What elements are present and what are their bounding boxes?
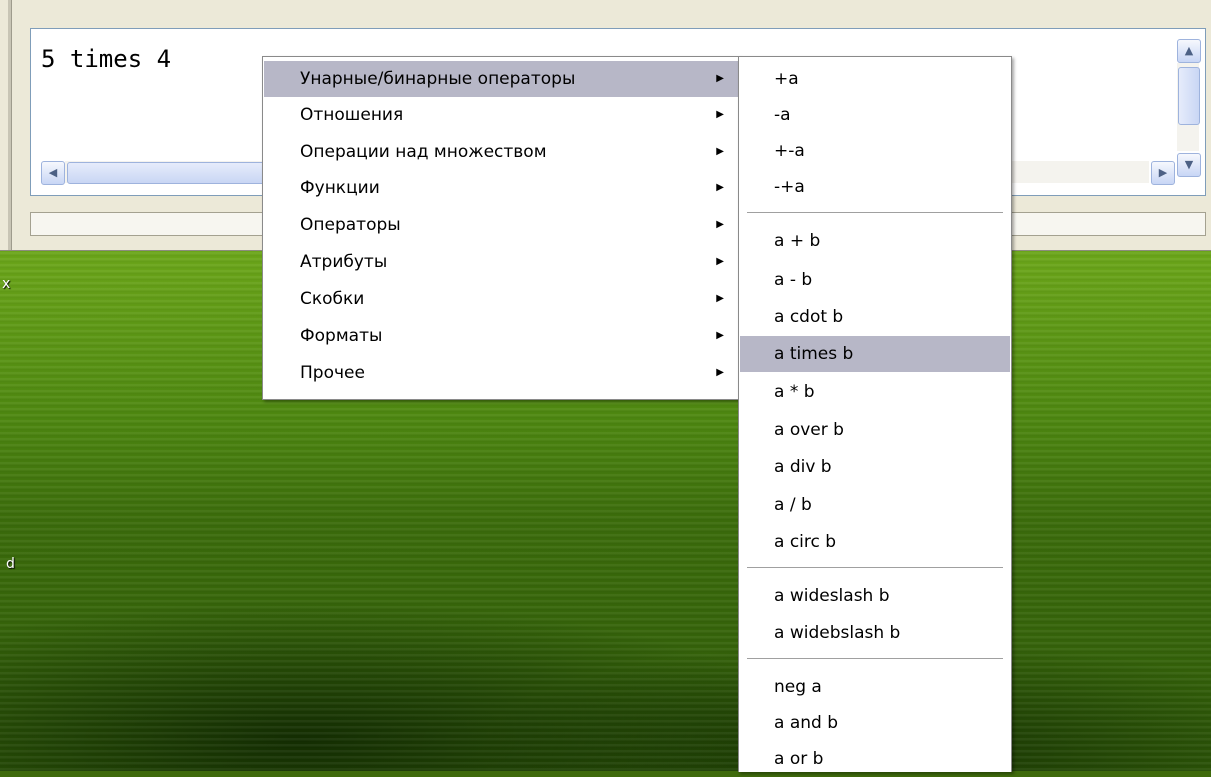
- submenu-item-minus-a[interactable]: -a: [740, 97, 1010, 133]
- menu-item-label: Функции: [300, 178, 380, 198]
- submenu-item-label: a - b: [774, 270, 813, 290]
- menu-item-other[interactable]: Прочее ▶: [264, 355, 738, 391]
- menu-item-brackets[interactable]: Скобки ▶: [264, 281, 738, 317]
- menu-item-label: Операторы: [300, 215, 401, 235]
- submenu-item-a-div-b[interactable]: a div b: [740, 449, 1010, 485]
- submenu-item-label: a cdot b: [774, 307, 844, 327]
- submenu-item-a-wideslash-b[interactable]: a wideslash b: [740, 578, 1010, 614]
- submenu-item-a-minus-b[interactable]: a - b: [740, 262, 1010, 298]
- menu-item-label: Отношения: [300, 105, 404, 125]
- submenu-item-label: a circ b: [774, 532, 837, 552]
- window-frame-edge: [8, 0, 12, 250]
- scroll-up-arrow-icon[interactable]: ▲: [1177, 39, 1201, 63]
- submenu-arrow-icon: ▶: [716, 73, 724, 84]
- submenu-item-a-star-b[interactable]: a * b: [740, 374, 1010, 410]
- menu-item-formats[interactable]: Форматы ▶: [264, 318, 738, 354]
- menu-item-set-operations[interactable]: Операции над множеством ▶: [264, 134, 738, 170]
- submenu-item-minusplus-a[interactable]: -+a: [740, 169, 1010, 205]
- scroll-down-arrow-icon[interactable]: ▼: [1177, 153, 1201, 177]
- menu-item-relations[interactable]: Отношения ▶: [264, 97, 738, 133]
- menu-item-label: Форматы: [300, 326, 383, 346]
- operators-submenu: +a -a +-a -+a a + b a - b a cdot b a tim…: [738, 56, 1012, 772]
- submenu-item-label: a + b: [774, 231, 821, 251]
- submenu-item-a-widebslash-b[interactable]: a widebslash b: [740, 615, 1010, 651]
- submenu-item-label: a times b: [774, 344, 854, 364]
- submenu-item-label: a div b: [774, 457, 832, 477]
- menu-item-label: Операции над множеством: [300, 142, 547, 162]
- submenu-item-label: a or b: [774, 749, 824, 769]
- submenu-arrow-icon: ▶: [716, 367, 724, 378]
- submenu-arrow-icon: ▶: [716, 182, 724, 193]
- submenu-item-a-over-b[interactable]: a over b: [740, 412, 1010, 448]
- submenu-arrow-icon: ▶: [716, 219, 724, 230]
- submenu-item-label: +-a: [774, 141, 805, 161]
- submenu-item-a-circ-b[interactable]: a circ b: [740, 524, 1010, 560]
- vertical-scroll-track[interactable]: [1177, 63, 1200, 151]
- menu-item-label: Атрибуты: [300, 252, 388, 272]
- submenu-arrow-icon: ▶: [716, 146, 724, 157]
- submenu-item-neg-a[interactable]: neg a: [740, 669, 1010, 705]
- submenu-arrow-icon: ▶: [716, 109, 724, 120]
- submenu-item-label: -a: [774, 105, 791, 125]
- formula-text: 5 times 4: [41, 45, 172, 73]
- submenu-arrow-icon: ▶: [716, 256, 724, 267]
- menu-separator: [747, 658, 1003, 660]
- submenu-item-plus-a[interactable]: +a: [740, 61, 1010, 97]
- submenu-item-label: neg a: [774, 677, 822, 697]
- submenu-arrow-icon: ▶: [716, 330, 724, 341]
- menu-item-label: Прочее: [300, 363, 365, 383]
- submenu-item-label: a / b: [774, 495, 812, 515]
- submenu-item-label: a * b: [774, 382, 815, 402]
- scroll-left-arrow-icon[interactable]: ◀: [41, 161, 65, 185]
- desktop-label-fragment-x: x: [2, 276, 11, 292]
- menu-item-label: Скобки: [300, 289, 365, 309]
- scroll-right-arrow-icon[interactable]: ▶: [1151, 161, 1175, 185]
- submenu-item-label: a over b: [774, 420, 844, 440]
- menu-item-operators[interactable]: Операторы ▶: [264, 207, 738, 243]
- submenu-item-plusminus-a[interactable]: +-a: [740, 133, 1010, 169]
- menu-item-label: Унарные/бинарные операторы: [300, 69, 576, 89]
- desktop-label-fragment-d: d: [6, 556, 15, 572]
- submenu-item-a-and-b[interactable]: a and b: [740, 705, 1010, 741]
- submenu-item-label: a widebslash b: [774, 623, 901, 643]
- submenu-item-label: a wideslash b: [774, 586, 890, 606]
- submenu-item-a-slash-b[interactable]: a / b: [740, 487, 1010, 523]
- vertical-scrollbar[interactable]: ▲ ▼: [1177, 39, 1201, 177]
- submenu-arrow-icon: ▶: [716, 293, 724, 304]
- submenu-item-a-cdot-b[interactable]: a cdot b: [740, 299, 1010, 335]
- menu-separator: [747, 567, 1003, 569]
- submenu-item-a-plus-b[interactable]: a + b: [740, 223, 1010, 259]
- menu-separator: [747, 212, 1003, 214]
- vertical-scroll-thumb[interactable]: [1178, 67, 1200, 125]
- submenu-item-label: +a: [774, 69, 799, 89]
- submenu-item-label: a and b: [774, 713, 838, 733]
- menu-item-functions[interactable]: Функции ▶: [264, 170, 738, 206]
- submenu-item-a-or-b[interactable]: a or b: [740, 741, 1010, 777]
- context-menu: Унарные/бинарные операторы ▶ Отношения ▶…: [262, 56, 740, 400]
- menu-item-attributes[interactable]: Атрибуты ▶: [264, 244, 738, 280]
- submenu-item-label: -+a: [774, 177, 805, 197]
- menu-item-unary-binary-operators[interactable]: Унарные/бинарные операторы ▶: [264, 61, 738, 97]
- submenu-item-a-times-b[interactable]: a times b: [740, 336, 1010, 372]
